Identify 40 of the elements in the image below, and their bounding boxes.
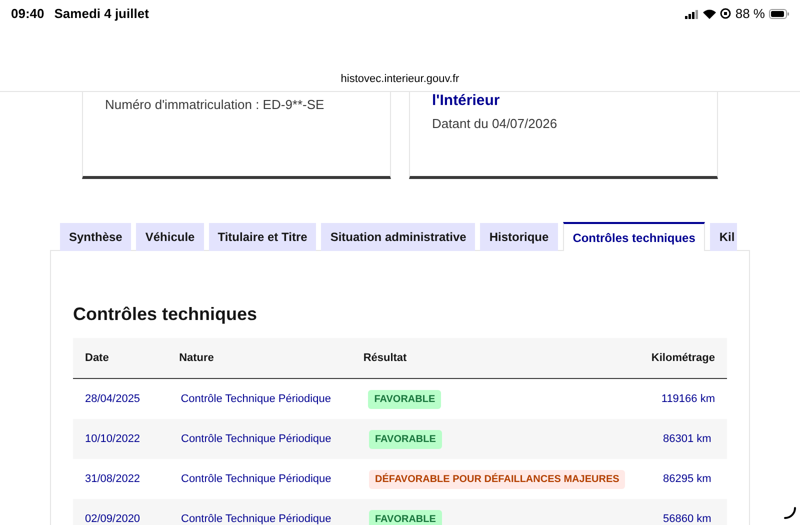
status-date: Samedi 4 juillet — [54, 5, 149, 23]
result-badge: FAVORABLE — [369, 430, 442, 448]
wifi-icon — [703, 8, 716, 19]
mileage-cell: 86295 km — [663, 472, 712, 485]
section-title: Contrôles techniques — [73, 303, 258, 326]
mileage-cell: 119166 km — [661, 392, 715, 405]
tab[interactable]: Contrôles techniques — [562, 222, 706, 251]
card-title: l'Intérieur — [432, 92, 501, 109]
date-cell: 28/04/2025 — [85, 392, 140, 405]
tab[interactable]: Situation administrative — [321, 223, 476, 251]
result-badge: FAVORABLE — [369, 510, 442, 525]
nature-cell: Contrôle Technique Périodique — [180, 392, 331, 405]
result-badge: DÉFAVORABLE POUR DÉFAILLANCES MAJEURES — [369, 470, 626, 488]
result-badge: FAVORABLE — [368, 390, 442, 408]
battery-percent: 88 % — [735, 5, 765, 23]
date-cell: 02/09/2020 — [85, 512, 140, 525]
tab[interactable]: Véhicule — [136, 223, 204, 251]
column-header: Nature — [179, 352, 214, 364]
date-cell: 10/10/2022 — [85, 432, 140, 445]
card-date: Datant du 04/07/2026 — [432, 115, 558, 133]
mileage-cell: 56860 km — [663, 512, 712, 525]
tab[interactable]: Historique — [480, 223, 558, 251]
nature-cell: Contrôle Technique Périodique — [181, 472, 332, 485]
date-cell: 31/08/2022 — [85, 472, 140, 485]
mileage-cell: 86301 km — [663, 432, 712, 445]
url-text[interactable]: histovec.interieur.gouv.fr — [340, 70, 460, 87]
loading-spinner-icon — [784, 507, 796, 519]
nature-cell: Contrôle Technique Périodique — [181, 432, 332, 445]
column-header: Kilométrage — [651, 352, 715, 364]
registration-number: Numéro d'immatriculation : ED-9**-SE — [105, 97, 324, 112]
column-header: Résultat — [363, 352, 407, 364]
nature-cell: Contrôle Technique Périodique — [181, 512, 332, 525]
column-header: Date — [85, 352, 109, 364]
orientation-lock-icon — [720, 8, 732, 20]
tab[interactable]: Titulaire et Titre — [208, 223, 316, 251]
tab[interactable]: Synthèse — [60, 223, 132, 251]
battery-icon — [769, 8, 789, 19]
status-time: 09:40 — [11, 5, 44, 23]
signal-icon — [685, 8, 700, 19]
tab[interactable]: Kil — [710, 223, 737, 251]
